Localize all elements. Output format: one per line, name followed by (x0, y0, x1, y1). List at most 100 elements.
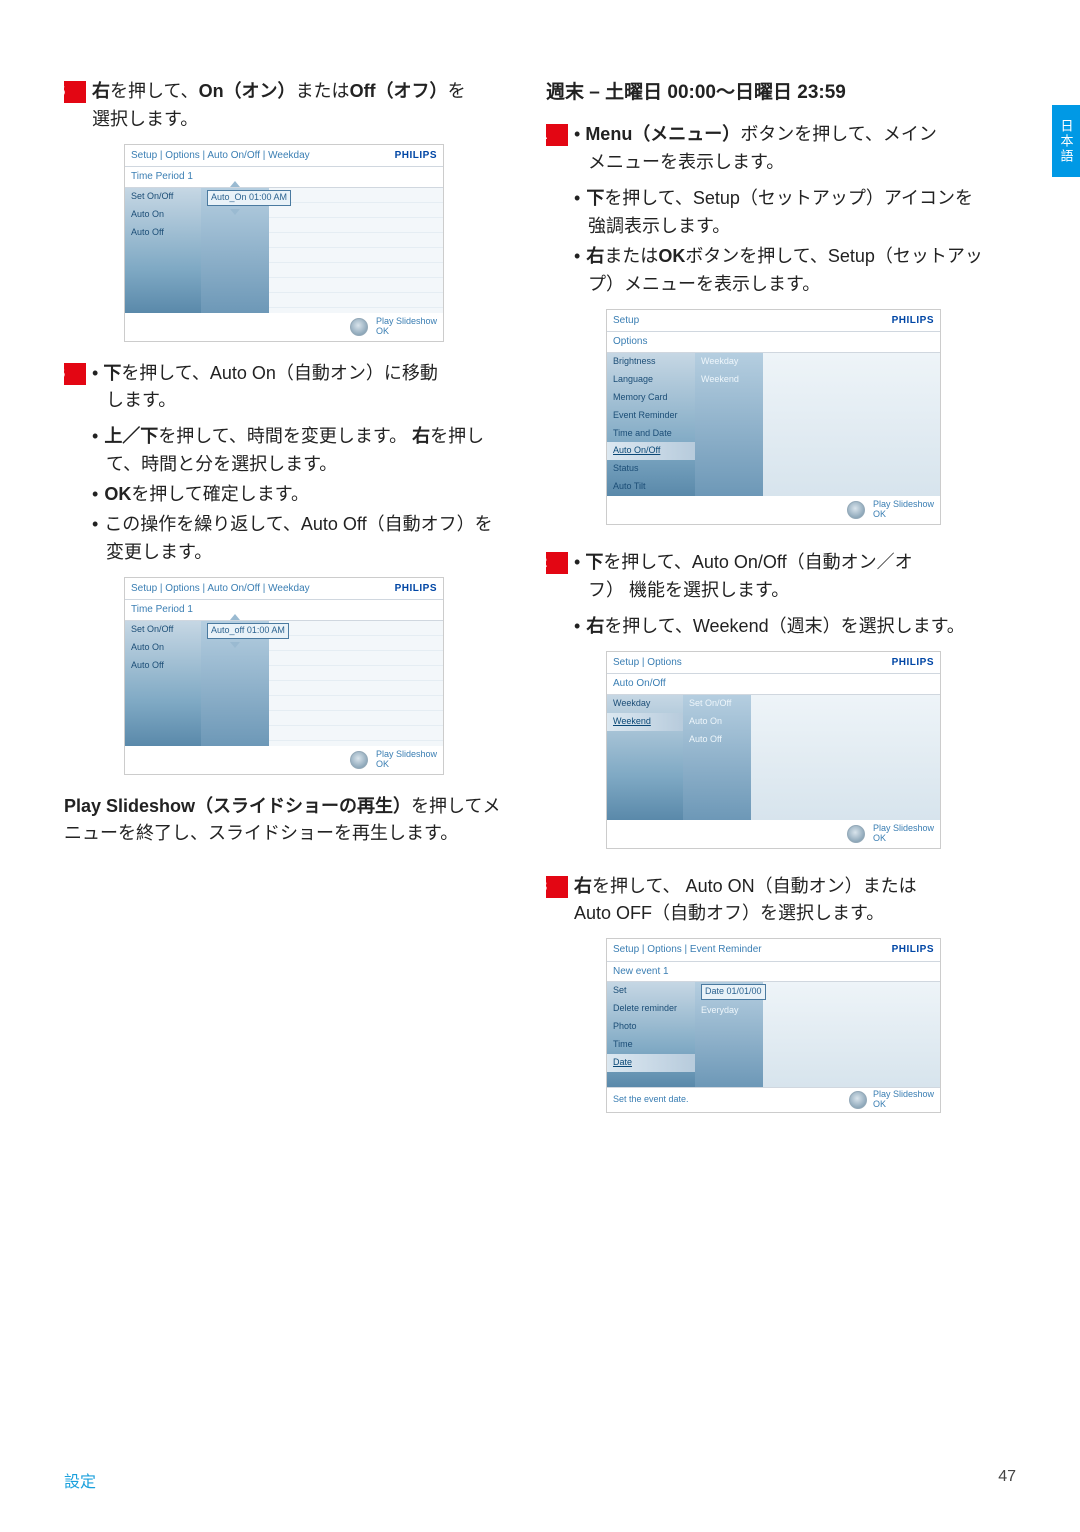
brand-logo: PHILIPS (395, 148, 437, 164)
submenu-item: Weekday (695, 353, 763, 371)
screenshot-subhead: Auto On/Off (607, 674, 940, 695)
page-number: 47 (998, 1468, 1016, 1492)
joystick-icon (847, 825, 865, 843)
menu-item: Memory Card (607, 389, 695, 407)
step-number-5: 5 (64, 81, 86, 103)
menu-column: Set On/Off Auto On Auto Off (125, 621, 201, 746)
screenshot-hint: Set the event date. Play SlideshowOK (607, 1087, 940, 1112)
menu-item: Weekday (607, 695, 683, 713)
menu-item: Auto Off (125, 657, 201, 675)
menu-column: Brightness Language Memory Card Event Re… (607, 353, 695, 497)
submenu-item: Date 01/01/00 (695, 982, 763, 1002)
menu-item: Event Reminder (607, 407, 695, 425)
joystick-icon (350, 318, 368, 336)
submenu-item: Everyday (695, 1002, 763, 1020)
step-5: 5右を押して、On（オン）またはOff（オフ）を選択します。 (64, 78, 504, 134)
breadcrumb: Setup | Options | Auto On/Off | Weekday (131, 148, 310, 164)
step-6-substeps: 上／下を押して、時間を変更します。 右を押して、時間と分を選択します。 OKを押… (92, 423, 504, 566)
step-1-substeps: 下を押して、Setup（セットアップ）アイコンを強調表示します。 右またはOKボ… (574, 185, 986, 299)
step-number-3: 3 (546, 876, 568, 898)
screenshot-subhead: Time Period 1 (125, 600, 443, 621)
menu-item: Auto Tilt (607, 478, 695, 496)
menu-item: Delete reminder (607, 1000, 695, 1018)
value-column: Auto_On 01:00 AM (201, 188, 269, 313)
substep: 下を押して、Setup（セットアップ）アイコンを強調表示します。 (574, 185, 986, 241)
step-2-substeps: 右を押して、Weekend（週末）を選択します。 (574, 613, 986, 641)
menu-item: Auto On (125, 206, 201, 224)
menu-column: Set Delete reminder Photo Time Date (607, 982, 695, 1087)
breadcrumb: Setup (613, 313, 639, 329)
hint-text: Set the event date. (613, 1093, 689, 1107)
time-value: Auto_On 01:00 AM (207, 190, 291, 206)
menu-item: Time and Date (607, 425, 695, 443)
step-1: 1• Menu（メニュー）ボタンを押して、メインメニューを表示します。 (546, 121, 986, 177)
language-side-tab: 日本語 (1052, 105, 1080, 177)
submenu-item: Auto On (683, 713, 751, 731)
screenshot-blank-area (763, 353, 940, 497)
menu-column: Weekday Weekend (607, 695, 683, 820)
brand-logo: PHILIPS (892, 313, 934, 329)
screenshot-blank-area (269, 188, 443, 313)
arrow-down-icon (230, 642, 240, 648)
joystick-icon (847, 501, 865, 519)
hint-ok: OK (376, 760, 437, 770)
breadcrumb: Setup | Options (613, 655, 682, 671)
screenshot-subhead: Time Period 1 (125, 167, 443, 188)
hint-ok: OK (873, 834, 934, 844)
joystick-icon (350, 751, 368, 769)
screenshot-event-reminder: Setup | Options | Event ReminderPHILIPS … (606, 938, 941, 1113)
screenshot-subhead: New event 1 (607, 962, 940, 983)
menu-item: Set (607, 982, 695, 1000)
page-columns: 5右を押して、On（オン）またはOff（オフ）を選択します。 Setup | O… (0, 0, 1080, 1137)
substep: 右を押して、Weekend（週末）を選択します。 (574, 613, 986, 641)
menu-item: Auto On (125, 639, 201, 657)
arrow-up-icon (230, 614, 240, 620)
substep: この操作を繰り返して、Auto Off（自動オフ）を変更します。 (92, 511, 504, 567)
menu-item: Time (607, 1036, 695, 1054)
submenu-column: Weekday Weekend (695, 353, 763, 497)
menu-column: Set On/Off Auto On Auto Off (125, 188, 201, 313)
menu-item: Set On/Off (125, 188, 201, 206)
step-number-1: 1 (546, 124, 568, 146)
arrow-up-icon (230, 181, 240, 187)
screenshot-weekday-seton: Setup | Options | Auto On/Off | Weekday P… (124, 144, 444, 342)
brand-logo: PHILIPS (892, 655, 934, 671)
submenu-item: Weekend (695, 371, 763, 389)
step-2: 2• 下を押して、Auto On/Off（自動オン／オフ） 機能を選択します。 (546, 549, 986, 605)
hint-ok: OK (376, 327, 437, 337)
breadcrumb: Setup | Options | Event Reminder (613, 942, 762, 958)
page-footer: 設定 47 (64, 1468, 1016, 1492)
menu-item: Language (607, 371, 695, 389)
substep: 右またはOKボタンを押して、Setup（セットアップ）メニューを表示します。 (574, 243, 986, 299)
menu-item: Auto Off (125, 224, 201, 242)
menu-item: Photo (607, 1018, 695, 1036)
submenu-column: Date 01/01/00 Everyday (695, 982, 763, 1087)
footer-section: 設定 (64, 1468, 96, 1492)
brand-logo: PHILIPS (395, 581, 437, 597)
screenshot-autoonoff-weekend: Setup | Options PHILIPS Auto On/Off Weekd… (606, 651, 941, 849)
menu-item: Set On/Off (125, 621, 201, 639)
substep: 上／下を押して、時間を変更します。 右を押して、時間と分を選択します。 (92, 423, 504, 479)
menu-item: Brightness (607, 353, 695, 371)
submenu-item: Auto Off (683, 731, 751, 749)
right-column: 週末 – 土曜日 00:00～日曜日 23:59 1• Menu（メニュー）ボタ… (546, 78, 986, 1137)
menu-item: Status (607, 460, 695, 478)
screenshot-blank-area (751, 695, 940, 820)
substep: OKを押して確定します。 (92, 481, 504, 509)
screenshot-subhead: Options (607, 332, 940, 353)
left-column: 5右を押して、On（オン）またはOff（オフ）を選択します。 Setup | O… (64, 78, 504, 1137)
menu-item-selected: Weekend (607, 713, 683, 731)
screenshot-weekday-autooff: Setup | Options | Auto On/Off | Weekday P… (124, 577, 444, 775)
value-column: Auto_off 01:00 AM (201, 621, 269, 746)
menu-item-selected: Auto On/Off (607, 442, 695, 460)
brand-logo: PHILIPS (892, 942, 934, 958)
breadcrumb: Setup | Options | Auto On/Off | Weekday (131, 581, 310, 597)
hint-ok: OK (873, 1100, 934, 1110)
step-3: 3右を押して、 Auto ON（自動オン）またはAuto OFF（自動オフ）を選… (546, 873, 986, 929)
step-number-6: 6 (64, 363, 86, 385)
joystick-icon (849, 1091, 867, 1109)
weekend-heading: 週末 – 土曜日 00:00～日曜日 23:59 (546, 78, 986, 107)
screenshot-blank-area (763, 982, 940, 1087)
play-slideshow-note: Play Slideshow（スライドショーの再生）を押してメニューを終了し、ス… (64, 793, 504, 849)
time-value: Auto_off 01:00 AM (207, 623, 289, 639)
